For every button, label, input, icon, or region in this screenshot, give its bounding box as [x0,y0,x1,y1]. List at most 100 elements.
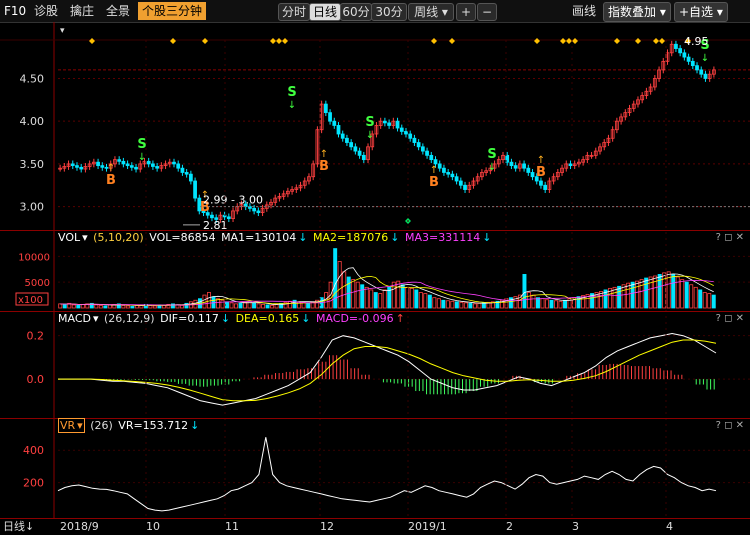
vr-indicator-select[interactable]: VR▾ [58,418,85,433]
volume-bar [645,278,648,308]
volume-bar [401,285,404,308]
volume-bar [473,304,476,308]
arrow-down-icon: ↓ [298,231,307,244]
candle-body [523,164,526,168]
candle-body [687,57,690,61]
x-grid [146,40,666,518]
vol-panel-controls[interactable]: ? ◻ ✕ [716,231,744,245]
candle-body [451,174,454,177]
chart-canvas[interactable]: ▾ 4.504.003.503.00 S↓S↓S↓S↓S↓↑B↑B↑B↑B↑B2… [0,0,750,534]
macd-axis-ticks: 0.20.0 [27,330,750,386]
candle-body [455,177,458,181]
candle-body [156,166,159,168]
signal-diamond [282,38,288,44]
volume-bar [559,301,562,308]
arrow-down-icon: ↓ [138,152,146,163]
candle-body [459,181,462,185]
volume-bar [252,303,255,308]
volume-tick-label: 10000 [18,252,50,263]
volume-bar [261,304,264,308]
vr-tick-label: 400 [23,444,44,457]
vr-params: (26) [90,419,113,432]
arrow-down-icon: ↓ [190,419,199,432]
volume-bar [230,303,233,308]
volume-bar [433,298,436,308]
macd-panel-controls[interactable]: ? ◻ ✕ [716,312,744,326]
candle-body [679,49,682,53]
vr-indicator-label: VR [60,419,75,432]
signal-diamond [170,38,176,44]
volume-bar [95,305,98,308]
volume-bar [99,305,102,308]
candle-body [71,164,74,166]
volume-bar [532,295,535,308]
sell-signal-label: S [137,137,146,152]
x-tick-label: 3 [572,519,579,535]
candle-body [341,134,344,138]
signal-diamond [270,38,276,44]
volume-bar [63,304,66,308]
candle-body [194,181,197,198]
candle-body [76,166,79,168]
macd-indicator-select[interactable]: MACD [58,312,91,325]
vol-indicator-select[interactable]: VOL [58,231,80,244]
volume-bar [694,287,697,308]
price-tick-label: 3.00 [20,201,45,214]
volume-bar [419,293,422,309]
volume-bar [509,298,512,308]
volume-bar [370,290,373,308]
volume-bar [681,280,684,308]
volume-bar [203,295,206,308]
candle-body [388,123,391,126]
volume-bar [482,303,485,308]
signal-diamond [614,38,620,44]
volume-bar [257,304,260,308]
volume-bar [307,303,310,308]
arrow-down-icon: ↓ [390,231,399,244]
volume-bar [397,281,400,308]
panel-menu-icon[interactable]: ▾ [60,26,65,36]
volume-bar [122,305,125,308]
volume-bar [266,305,269,308]
period-mode-button[interactable]: 日线↓ [3,519,34,535]
candle-body [147,161,150,164]
candle-body [126,164,129,166]
volume-bar [663,273,666,308]
signal-diamond [276,38,282,44]
volume-bar [618,286,621,308]
price-tick-label: 3.50 [20,158,45,171]
candle-body [683,53,686,57]
macd-tick-label: 0.0 [27,373,45,386]
volume-bar [424,294,427,308]
candle-body [135,167,138,169]
candle-body [324,104,327,113]
candle-body [527,168,530,172]
candle-body [544,185,547,189]
volume-bar [627,283,630,308]
volume-bar [631,282,634,308]
price-axis-ticks: 4.504.003.503.00 [20,72,45,213]
volume-unit-label: x100 [18,295,43,306]
vol-readout: VOL=86854 [149,231,215,244]
volume-bar [451,301,454,308]
vr-panel-controls[interactable]: ? ◻ ✕ [716,419,744,433]
price-candles [59,41,716,223]
high-label: 4.95 [684,35,709,48]
candle-body [362,155,365,159]
volume-bar [379,294,382,308]
volume-bar [699,290,702,308]
volume-bar [464,303,467,308]
candle-body [442,168,445,172]
volume-bar [563,300,566,308]
volume-bar [640,280,643,308]
volume-bar [289,301,292,308]
candle-body [400,128,403,131]
volume-bar [545,300,548,308]
sell-signal-label: S [287,85,296,100]
candle-body [101,166,104,168]
buy-signal-label: B [429,175,439,190]
candle-body [426,151,429,155]
vr-axis-ticks: 400200 [23,444,750,489]
volume-bar [234,304,237,308]
candle-body [396,121,399,128]
